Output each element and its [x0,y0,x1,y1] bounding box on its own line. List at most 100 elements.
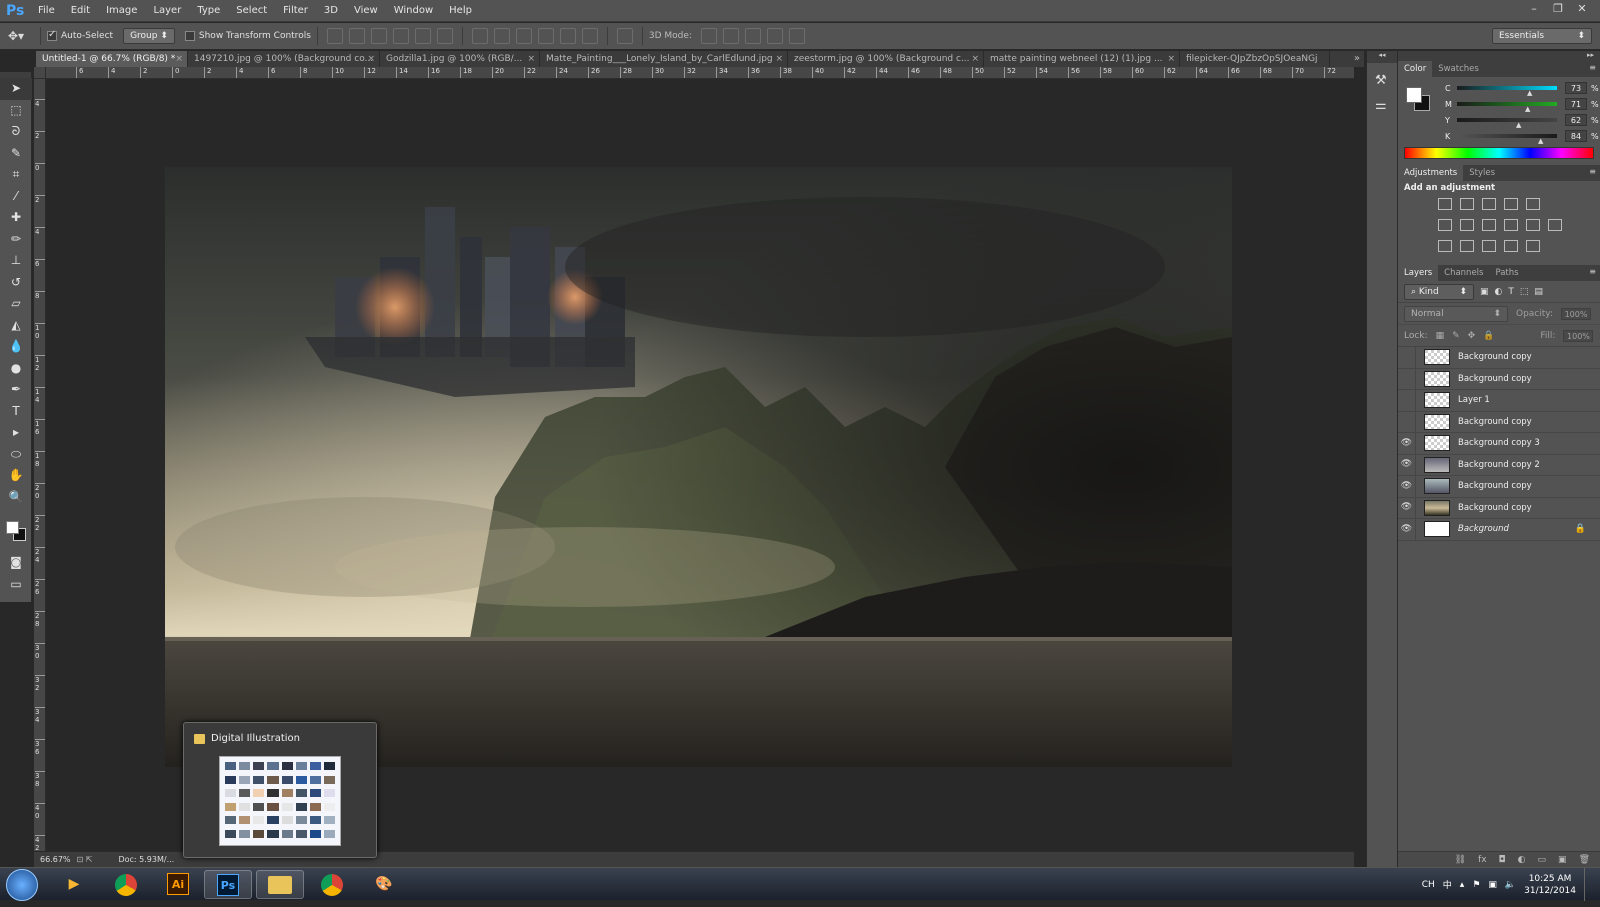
color-lookup-icon[interactable] [1548,219,1562,231]
tab-adjustments[interactable]: Adjustments [1398,165,1464,181]
paint-bucket-tool-icon[interactable]: ◭ [0,315,32,337]
properties-panel-icon[interactable]: ⚌ [1375,98,1389,113]
layer-row[interactable]: Background copy [1398,346,1600,369]
tab-styles[interactable]: Styles [1463,165,1501,181]
foreground-color-swatch[interactable] [6,521,19,534]
quick-select-tool-icon[interactable]: ✎ [0,143,32,165]
hue-saturation-icon[interactable] [1438,219,1452,231]
eye-icon[interactable]: 👁 [1398,518,1416,540]
doc-tab[interactable]: 1497210.jpg @ 100% (Background co... × [188,51,380,67]
screen-mode-icon[interactable]: ▭ [0,574,32,596]
minimize-button[interactable]: – [1522,0,1546,18]
type-tool-icon[interactable]: T [0,401,32,423]
path-select-tool-icon[interactable]: ▸ [0,422,32,444]
visibility-toggle[interactable] [1398,389,1416,411]
blend-mode-dropdown[interactable]: Normal ⬍ [1404,305,1508,322]
auto-select-checkbox[interactable]: Auto-Select [47,29,113,41]
threshold-icon[interactable] [1482,240,1496,252]
menu-select[interactable]: Select [228,0,275,22]
ruler-origin[interactable] [34,67,46,79]
menu-layer[interactable]: Layer [145,0,189,22]
filter-shape-icon[interactable]: ⬚ [1520,287,1529,297]
eraser-tool-icon[interactable]: ▱ [0,293,32,315]
chrome-icon[interactable] [102,870,150,899]
photo-filter-icon[interactable] [1504,219,1518,231]
lock-all-icon[interactable]: 🔒 [1483,331,1494,341]
3d-rotate-icon[interactable] [700,28,717,44]
new-layer-icon[interactable]: ▣ [1558,855,1567,865]
gradient-map-icon[interactable] [1526,240,1540,252]
new-adjustment-icon[interactable]: ◐ [1518,855,1526,865]
layer-row[interactable]: 👁 Background copy 2 [1398,454,1600,476]
color-balance-icon[interactable] [1460,219,1474,231]
yellow-value[interactable]: 62 [1565,114,1587,126]
layer-row[interactable]: 👁 Background 🔒 [1398,518,1600,541]
menu-edit[interactable]: Edit [63,0,98,22]
eye-icon[interactable]: 👁 [1398,432,1416,454]
opacity-input[interactable]: 100% [1561,307,1591,320]
close-tab-icon[interactable]: × [527,51,535,67]
doc-tab[interactable]: Matte_Painting___Lonely_Island_by_CarlEd… [540,51,788,67]
quick-mask-icon[interactable]: ◙ [0,552,32,574]
menu-filter[interactable]: Filter [275,0,316,22]
panel-menu-icon[interactable]: ≡ [1589,267,1596,276]
volume-icon[interactable]: 🔈 [1505,880,1516,890]
menu-window[interactable]: Window [386,0,441,22]
clock[interactable]: 10:25 AM 31/12/2014 [1524,873,1576,897]
document-canvas[interactable] [165,167,1232,767]
vibrance-icon[interactable] [1526,198,1540,210]
close-tab-icon[interactable]: × [1167,51,1175,67]
exposure-icon[interactable] [1504,198,1518,210]
close-tab-icon[interactable]: × [367,51,375,67]
history-panel-icon[interactable]: ⚒ [1375,73,1389,88]
distribute-top-icon[interactable] [471,28,488,44]
foreground-background-colors[interactable] [5,520,29,544]
align-top-icon[interactable] [326,28,343,44]
distribute-hcenter-icon[interactable] [559,28,576,44]
pen-tool-icon[interactable]: ✒ [0,379,32,401]
auto-select-target-dropdown[interactable]: Group ⬍ [123,28,175,44]
language-indicator[interactable]: CH [1422,880,1435,890]
filter-type-icon[interactable]: T [1508,287,1514,297]
layer-row[interactable]: 👁 Background copy [1398,475,1600,498]
posterize-icon[interactable] [1460,240,1474,252]
selective-color-icon[interactable] [1504,240,1518,252]
cyan-value[interactable]: 73 [1565,82,1587,94]
magenta-value[interactable]: 71 [1565,98,1587,110]
close-tab-icon[interactable]: × [971,51,979,67]
align-hcenter-icon[interactable] [414,28,431,44]
zoom-tool-icon[interactable]: 🔍 [0,487,32,509]
restore-button[interactable]: ❐ [1546,0,1570,18]
layer-row[interactable]: Background copy [1398,411,1600,433]
paint-icon[interactable]: 🎨 [360,870,408,899]
close-tab-icon[interactable]: × [175,51,183,67]
distribute-bottom-icon[interactable] [515,28,532,44]
status-mode-icon[interactable]: ⊡ ⇱ [77,855,93,864]
yellow-slider[interactable]: ▲ [1457,118,1557,129]
menu-file[interactable]: File [30,0,63,22]
network-icon[interactable]: ▣ [1488,880,1497,890]
eye-icon[interactable]: 👁 [1398,454,1416,476]
tab-paths[interactable]: Paths [1489,265,1524,281]
distribute-vcenter-icon[interactable] [493,28,510,44]
layer-row[interactable]: 👁 Background copy [1398,497,1600,519]
lock-transparent-icon[interactable]: ▦ [1436,331,1445,341]
add-mask-icon[interactable]: ◘ [1499,855,1506,865]
tab-swatches[interactable]: Swatches [1432,61,1485,77]
explorer-icon[interactable] [256,870,304,899]
align-bottom-icon[interactable] [370,28,387,44]
show-transform-checkbox[interactable]: Show Transform Controls [184,31,311,41]
illustrator-icon[interactable]: Ai [154,870,202,899]
more-tabs-icon[interactable]: » [1354,51,1360,67]
thumbnail-preview[interactable] [219,756,341,846]
chrome-icon[interactable] [308,870,356,899]
color-spectrum-bar[interactable] [1404,147,1594,159]
photoshop-taskbar-icon[interactable]: Ps [204,870,252,899]
layer-row[interactable]: Layer 1 [1398,389,1600,412]
doc-tab[interactable]: zeestorm.jpg @ 100% (Background c... × [788,51,984,67]
link-layers-icon[interactable]: ⛓ [1455,855,1466,865]
move-tool-icon[interactable]: ➤ [0,78,32,100]
align-right-icon[interactable] [436,28,453,44]
3d-slide-icon[interactable] [766,28,783,44]
fg-bg-color-picker[interactable] [1406,87,1432,113]
